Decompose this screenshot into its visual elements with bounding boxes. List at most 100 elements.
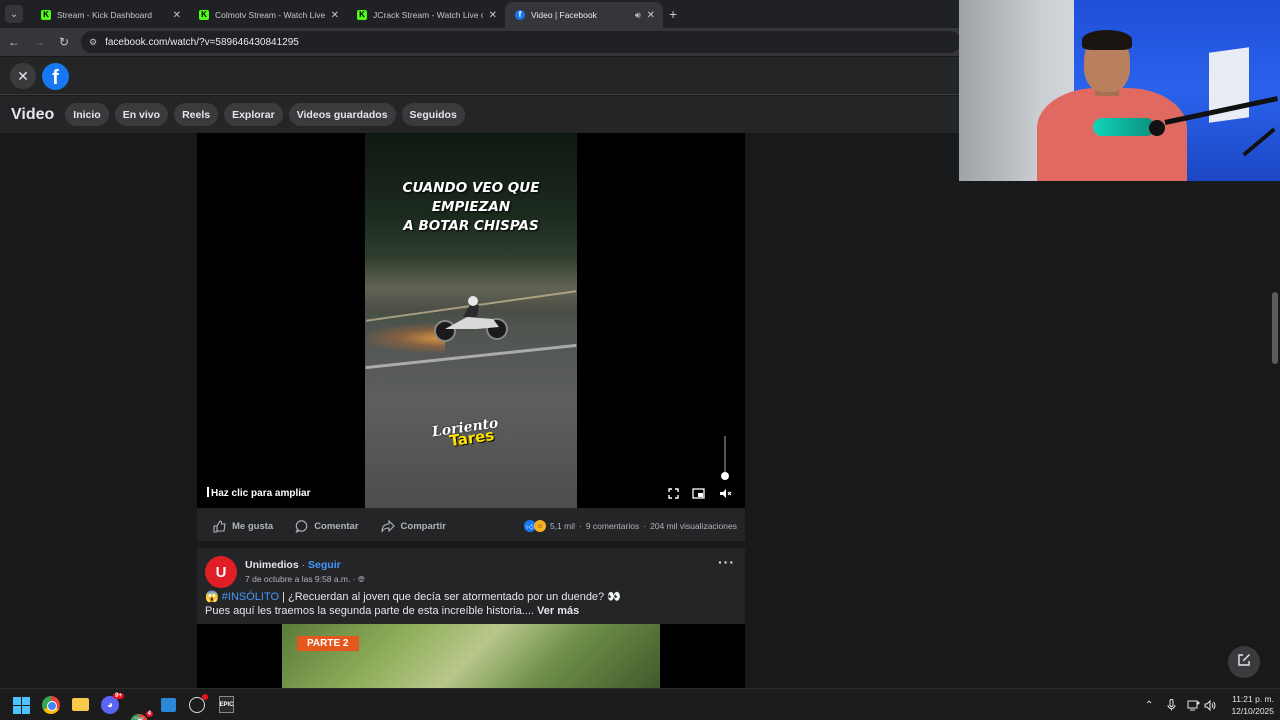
- scrollbar-thumb[interactable]: [1272, 292, 1278, 364]
- globe-icon: 🌐︎: [357, 574, 365, 584]
- video-post-card: CUANDO VEO QUE EMPIEZAN A BOTAR CHISPAS …: [197, 133, 745, 541]
- webcam-overlay: [959, 0, 1280, 181]
- speaker-icon[interactable]: 🔊︎: [635, 10, 641, 21]
- hashtag-link[interactable]: #INSÓLITO: [222, 591, 279, 603]
- nav-pill-explorar[interactable]: Explorar: [224, 103, 283, 126]
- reload-icon[interactable]: ↻: [53, 35, 75, 49]
- comment-button[interactable]: Comentar: [295, 519, 359, 533]
- caption-line: A BOTAR CHISPAS: [403, 218, 539, 234]
- video-frame[interactable]: CUANDO VEO QUE EMPIEZAN A BOTAR CHISPAS …: [365, 133, 577, 508]
- close-tab-icon[interactable]: ✕: [647, 10, 655, 21]
- follow-link[interactable]: Seguir: [308, 559, 341, 571]
- clock-date: 12/10/2025: [1231, 706, 1274, 716]
- nav-pill-reels[interactable]: Reels: [174, 103, 219, 126]
- close-tab-icon[interactable]: ✕: [173, 10, 181, 21]
- browser-tab-active[interactable]: f Video | Facebook 🔊︎ ✕: [505, 2, 663, 28]
- post-date[interactable]: 7 de octubre a las 9:58 a.m. · 🌐︎: [245, 574, 365, 585]
- more-options-icon[interactable]: ···: [718, 554, 735, 570]
- view-count: 204 mil visualizaciones: [650, 521, 737, 531]
- muted-speaker-icon[interactable]: [718, 486, 734, 500]
- volume-icon[interactable]: [1204, 689, 1217, 720]
- share-button[interactable]: Compartir: [380, 519, 446, 533]
- video-watermark: Loriento Tares: [431, 414, 513, 459]
- like-button[interactable]: Me gusta: [213, 519, 274, 533]
- nav-pill-videos-guardados[interactable]: Videos guardados: [288, 103, 396, 126]
- like-label: Me gusta: [232, 520, 274, 532]
- chevron-down-icon: ⌄: [9, 8, 19, 20]
- video-caption: CUANDO VEO QUE EMPIEZAN A BOTAR CHISPAS: [365, 179, 577, 236]
- post-text-line: Pues aquí les traemos la segunda parte d…: [205, 605, 534, 617]
- separator: ·: [643, 521, 647, 531]
- tab-title: Colmotv Stream - Watch Live on Kick: [215, 10, 325, 20]
- post-author[interactable]: Unimedios: [245, 559, 299, 571]
- browser-tab[interactable]: K Stream - Kick Dashboard ✕: [31, 2, 189, 28]
- site-info-icon[interactable]: ⚙: [89, 37, 97, 48]
- reaction-count[interactable]: 5,1 mil: [550, 521, 575, 531]
- browser-tab[interactable]: K JCrack Stream - Watch Live on Kick ✕: [347, 2, 505, 28]
- scrollbar-track[interactable]: [1270, 133, 1280, 688]
- volume-slider[interactable]: [724, 436, 726, 476]
- close-tab-icon[interactable]: ✕: [331, 10, 339, 21]
- microphone-mount: [1149, 120, 1165, 136]
- next-post-card: U Unimedios · Seguir 7 de octubre a las …: [197, 548, 745, 688]
- facebook-icon: f: [515, 10, 525, 20]
- microphone-icon[interactable]: [1167, 689, 1176, 720]
- network-icon[interactable]: [1187, 689, 1200, 720]
- nav-pill-seguidos[interactable]: Seguidos: [401, 103, 465, 126]
- comment-label: Comentar: [314, 520, 359, 532]
- post-image[interactable]: PARTE 2: [282, 624, 660, 688]
- motorcycle-rider: [434, 296, 508, 342]
- new-message-button[interactable]: [1228, 646, 1260, 678]
- fullscreen-icon[interactable]: [665, 486, 681, 500]
- obs-icon[interactable]: [189, 694, 208, 713]
- expand-hint[interactable]: Haz clic para ampliar: [207, 487, 311, 499]
- url-input[interactable]: ⚙ facebook.com/watch/?v=589646430841295: [81, 31, 961, 53]
- video-player[interactable]: CUANDO VEO QUE EMPIEZAN A BOTAR CHISPAS …: [197, 133, 745, 508]
- post-author-line: Unimedios · Seguir: [245, 559, 341, 571]
- page-title: Video: [11, 105, 55, 123]
- tab-title: Video | Facebook: [531, 10, 597, 20]
- see-more-link[interactable]: Ver más: [537, 605, 579, 617]
- post-actions: Me gusta Comentar Compartir 👍︎ ☺ 5,1 mil…: [197, 511, 745, 541]
- back-arrow-icon[interactable]: ←: [3, 35, 25, 49]
- shock-emoji-icon: 😱: [205, 591, 222, 603]
- show-hidden-icons-icon[interactable]: ⌃: [1145, 689, 1153, 720]
- epic-games-icon[interactable]: EPIC: [219, 696, 234, 713]
- webcam-person-hair: [1082, 30, 1132, 50]
- new-tab-icon[interactable]: +: [669, 6, 677, 22]
- post-date-text: 7 de octubre a las 9:58 a.m. ·: [245, 574, 356, 584]
- image-label: PARTE 2: [297, 636, 359, 651]
- separator: ·: [301, 559, 306, 571]
- picture-in-picture-icon[interactable]: [690, 486, 706, 500]
- close-tab-icon[interactable]: ✕: [489, 10, 497, 21]
- separator: ·: [578, 521, 582, 531]
- facebook-logo-icon[interactable]: f: [42, 63, 69, 90]
- volume-handle[interactable]: [721, 472, 729, 480]
- share-label: Compartir: [400, 520, 446, 532]
- url-text: facebook.com/watch/?v=589646430841295: [105, 36, 299, 48]
- windows-start-icon[interactable]: [12, 696, 30, 714]
- active-app-indicator: [134, 717, 144, 719]
- laugh-reaction-icon: ☺: [533, 520, 546, 532]
- close-icon[interactable]: ✕: [10, 63, 36, 89]
- post-text-line: | ¿Recuerdan al joven que decía ser ator…: [282, 591, 621, 603]
- kick-icon: K: [41, 10, 51, 20]
- discord-icon[interactable]: ◕ 9+: [101, 693, 124, 714]
- chrome-icon[interactable]: [42, 696, 60, 714]
- forward-arrow-icon[interactable]: →: [28, 35, 50, 49]
- post-media[interactable]: PARTE 2: [197, 624, 745, 688]
- kick-icon: K: [199, 10, 209, 20]
- share-icon: [380, 519, 395, 533]
- avatar[interactable]: U: [205, 556, 237, 588]
- notification-badge: 9+: [113, 693, 124, 699]
- nav-pill-inicio[interactable]: Inicio: [65, 103, 109, 126]
- comment-count[interactable]: 9 comentarios: [586, 521, 639, 531]
- clock-time: 11:21 p. m.: [1232, 694, 1274, 704]
- comment-icon: [295, 519, 308, 533]
- file-explorer-icon[interactable]: [72, 698, 89, 711]
- nav-pill-en-vivo[interactable]: En vivo: [114, 103, 169, 126]
- store-icon[interactable]: [161, 698, 176, 712]
- tab-search-button[interactable]: ⌄: [5, 5, 23, 23]
- system-clock[interactable]: 11:21 p. m. 12/10/2025: [1222, 693, 1274, 717]
- browser-tab[interactable]: K Colmotv Stream - Watch Live on Kick ✕: [189, 2, 347, 28]
